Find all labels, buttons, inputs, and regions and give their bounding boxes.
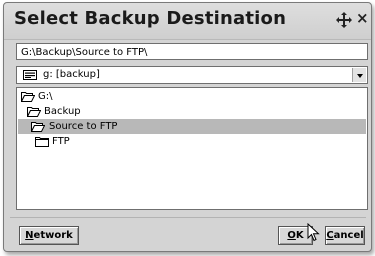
title-bar[interactable]: Select Backup Destination × — [4, 3, 371, 40]
folder-icon — [35, 137, 49, 147]
open-folder-icon — [27, 107, 41, 117]
cancel-label: ancel — [333, 230, 364, 241]
backup-destination-dialog: Select Backup Destination × G:\Backup\So… — [3, 2, 372, 252]
tree-item-label: Backup — [44, 106, 81, 117]
destination-path-field[interactable]: G:\Backup\Source to FTP\ — [16, 43, 368, 60]
tree-item-g-drive[interactable]: G:\ — [21, 89, 221, 104]
tree-item-label: FTP — [52, 136, 70, 147]
tree-item-backup[interactable]: Backup — [27, 104, 227, 119]
open-folder-icon — [31, 122, 45, 132]
cancel-button[interactable]: Cancel — [325, 226, 365, 245]
drive-label: g: [backup] — [43, 69, 100, 80]
close-icon[interactable]: × — [356, 9, 369, 27]
network-label: etwork — [33, 230, 73, 241]
move-icon[interactable] — [335, 11, 353, 29]
dialog-title: Select Backup Destination — [14, 8, 287, 29]
drive-icon — [23, 70, 37, 80]
folder-tree[interactable]: G:\ Backup Source to FTP FTP — [16, 87, 368, 210]
cancel-mnemonic: C — [326, 230, 334, 241]
tree-item-label: Source to FTP — [49, 121, 118, 132]
tree-item-source-to-ftp[interactable]: Source to FTP — [18, 119, 366, 134]
ok-label: K — [295, 230, 304, 241]
network-mnemonic: N — [25, 230, 34, 241]
mouse-cursor-icon — [307, 223, 320, 242]
chevron-down-icon[interactable] — [352, 68, 366, 82]
drive-select[interactable]: g: [backup] — [16, 66, 368, 84]
open-folder-icon — [21, 92, 35, 102]
tree-item-label: G:\ — [38, 91, 53, 102]
network-button[interactable]: Network — [19, 226, 79, 245]
ok-mnemonic: O — [287, 230, 296, 241]
tree-item-ftp[interactable]: FTP — [35, 134, 235, 149]
